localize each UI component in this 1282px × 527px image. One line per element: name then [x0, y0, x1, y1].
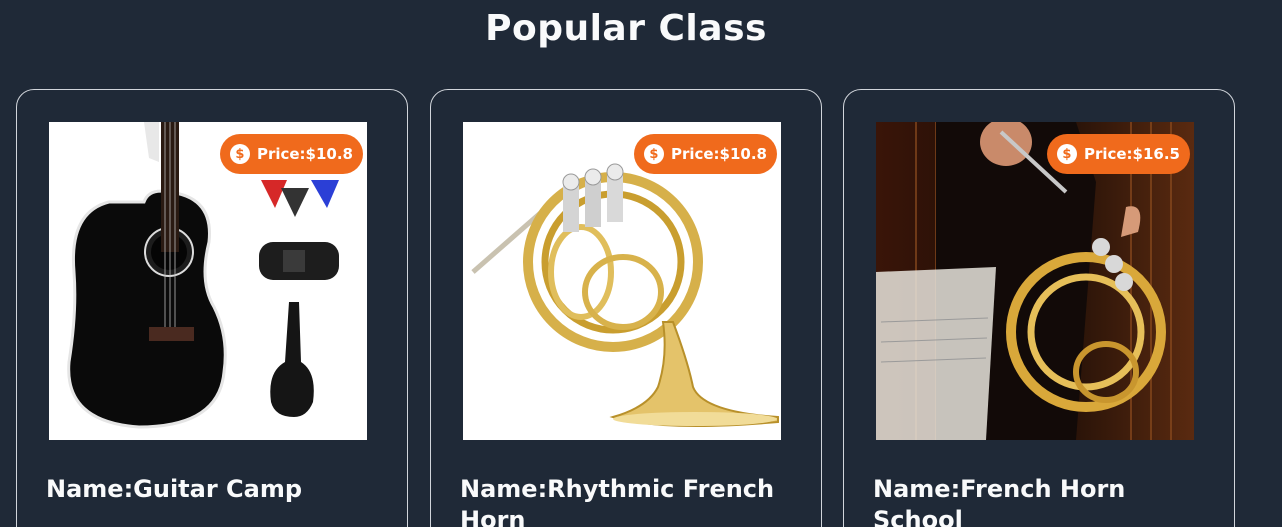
price-badge: $ Price:$16.5	[1046, 134, 1190, 174]
price-label: Price:$10.8	[256, 145, 353, 163]
class-image: $ Price:$10.8	[463, 122, 781, 440]
popular-class-section: Popular Class $ Price:$10.8 Name:Guitar …	[0, 0, 1282, 527]
class-image: $ Price:$16.5	[876, 122, 1194, 440]
class-name: Name:Guitar Camp	[46, 475, 303, 503]
class-card[interactable]: $ Price:$10.8 Name:Rhythmic French Horn	[430, 89, 822, 527]
class-name: Name:Rhythmic French Horn	[460, 475, 775, 527]
dollar-icon: $	[643, 144, 664, 164]
dollar-icon: $	[1056, 144, 1077, 164]
price-badge: $ Price:$10.8	[633, 134, 777, 174]
dollar-icon: $	[229, 144, 250, 164]
price-badge: $ Price:$10.8	[219, 134, 363, 174]
class-card[interactable]: $ Price:$16.5 Name:French Horn School	[843, 89, 1235, 527]
class-card[interactable]: $ Price:$10.8 Name:Guitar Camp	[16, 89, 408, 527]
section-title: Popular Class	[485, 8, 767, 49]
price-label: Price:$16.5	[1083, 145, 1180, 163]
class-name: Name:French Horn School	[873, 475, 1126, 527]
price-label: Price:$10.8	[670, 145, 767, 163]
class-image: $ Price:$10.8	[49, 122, 367, 440]
